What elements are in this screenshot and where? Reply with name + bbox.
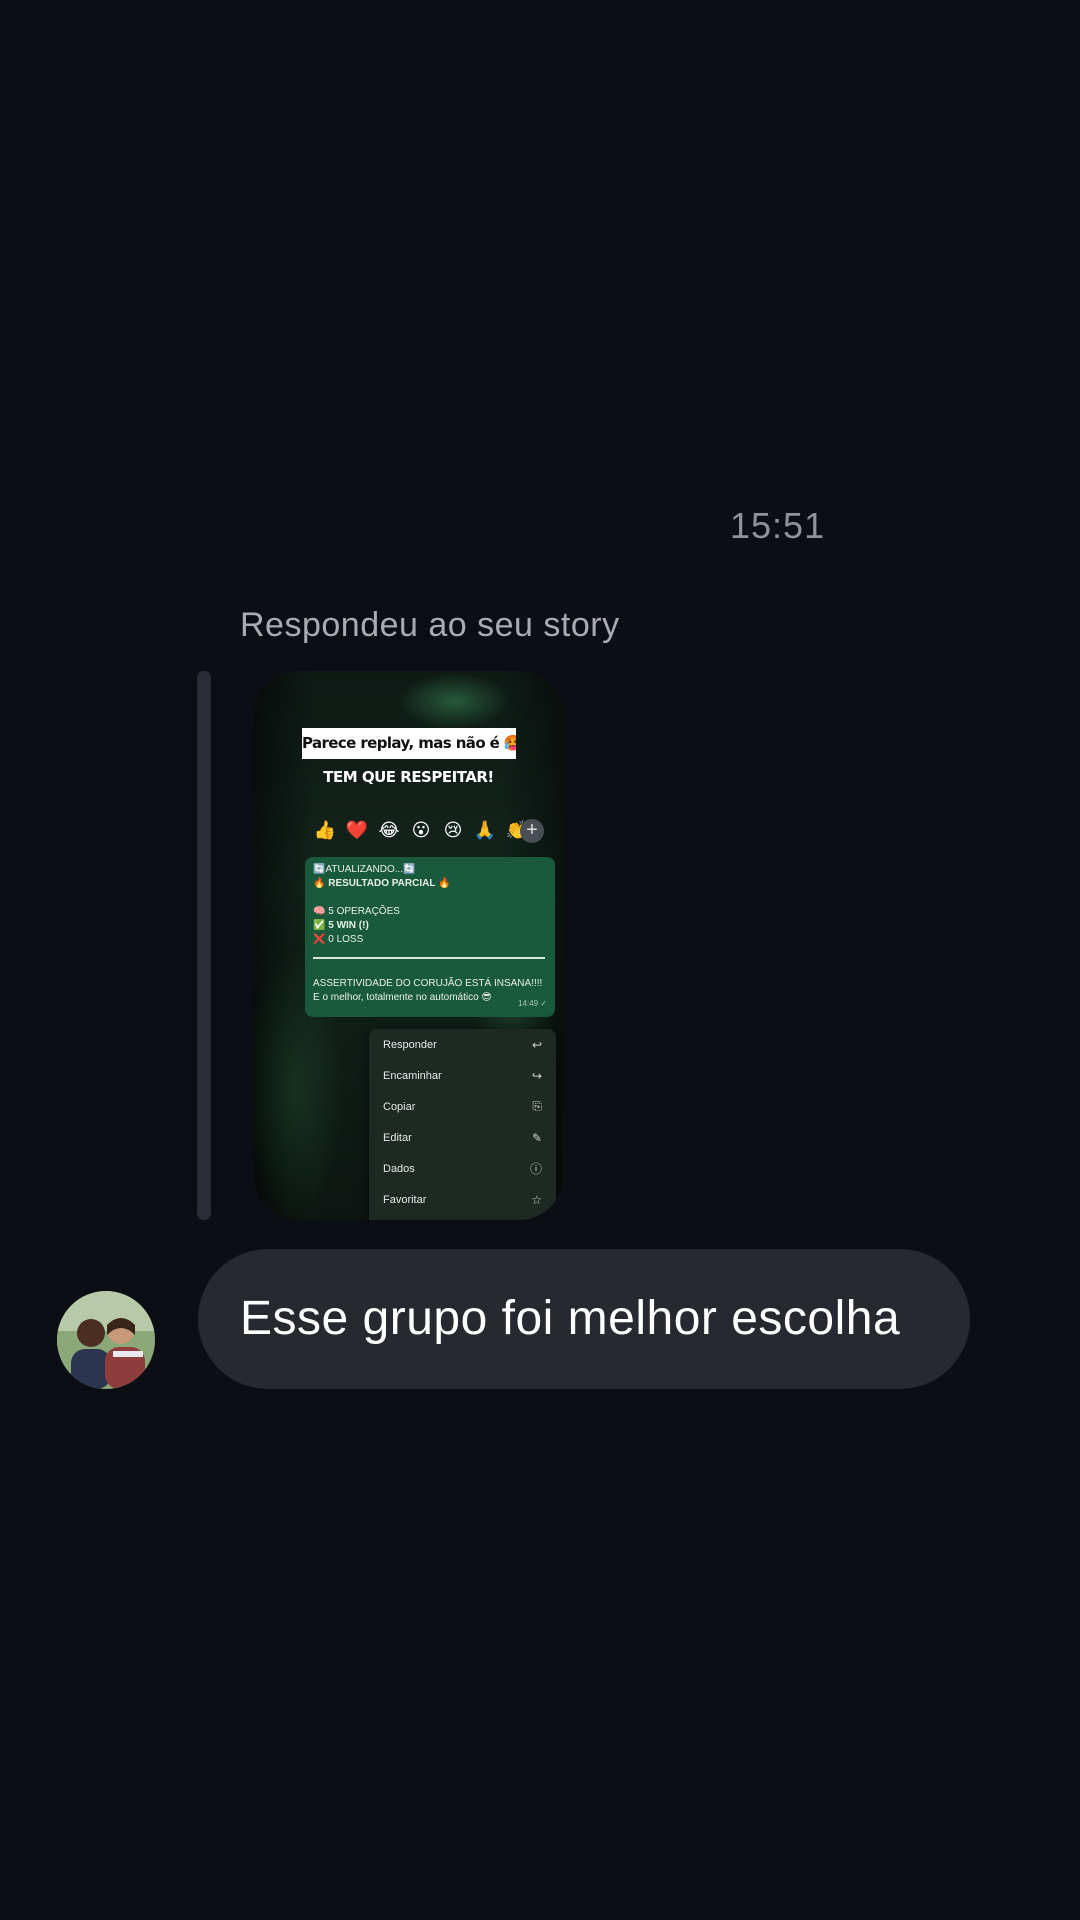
reply-icon: ↩: [531, 1037, 542, 1052]
story-menu-item: Editar ✎: [369, 1122, 556, 1153]
reaction-more-icon: +: [520, 819, 544, 843]
story-chat-message: 🔄ATUALIZANDO...🔄 🔥 RESULTADO PARCIAL 🔥 🧠…: [305, 857, 555, 1017]
story-thumbnail[interactable]: Parece replay, mas não é 🥵 TEM QUE RESPE…: [254, 671, 563, 1220]
story-message-line: 🧠 5 OPERAÇÕES: [313, 906, 400, 917]
story-menu-label: Copiar: [383, 1100, 416, 1113]
reaction-surprised-icon: 😮: [411, 819, 431, 840]
story-message-line: 🔥 RESULTADO PARCIAL 🔥: [313, 878, 451, 889]
story-headline: Parece replay, mas não é 🥵: [302, 728, 516, 759]
story-menu-label: Editar: [383, 1131, 412, 1144]
reaction-bar: 👍 ❤️ 😂 😮 😢 🙏 👏: [312, 811, 542, 849]
edit-icon: ✎: [531, 1130, 542, 1145]
reply-quote-bar: [197, 671, 211, 1220]
story-menu-item: Responder ↩: [369, 1029, 556, 1060]
avatar-photo: [57, 1291, 155, 1389]
story-reply-label: Respondeu ao seu story: [240, 606, 620, 644]
story-message-line: ✅ 5 WIN (!): [313, 920, 369, 931]
story-message-time: 14:49 ✓: [518, 999, 547, 1008]
story-menu-item: Encaminhar ↪: [369, 1060, 556, 1091]
sender-avatar[interactable]: [57, 1291, 155, 1389]
copy-icon: ⎘: [532, 1099, 542, 1113]
story-menu-label: Responder: [383, 1038, 437, 1051]
message-timestamp: 15:51: [730, 505, 826, 546]
info-icon: ⓘ: [529, 1162, 542, 1176]
story-menu-label: Encaminhar: [383, 1069, 442, 1082]
message-text: Esse grupo foi melhor escolha: [240, 1292, 901, 1345]
reaction-thumbs-up-icon: 👍: [313, 819, 337, 840]
reaction-heart-icon: ❤️: [345, 819, 369, 840]
story-menu-item: Copiar ⎘: [369, 1091, 556, 1122]
story-context-menu: Responder ↩ Encaminhar ↪ Copiar ⎘ Editar…: [369, 1029, 556, 1220]
story-menu-item: Dados ⓘ: [369, 1153, 556, 1184]
story-menu-label: Favoritar: [383, 1193, 427, 1206]
reaction-laugh-icon: 😂: [378, 819, 400, 840]
story-subheadline: TEM QUE RESPEITAR!: [323, 768, 494, 786]
story-message-divider: [313, 957, 545, 959]
story-message-line: E o melhor, totalmente no automático 😎: [313, 992, 492, 1003]
story-menu-item: Favoritar ☆: [369, 1184, 556, 1215]
forward-icon: ↪: [531, 1068, 542, 1083]
story-message-line: 🔄ATUALIZANDO...🔄: [313, 864, 416, 875]
story-message-line: ASSERTIVIDADE DO CORUJÃO ESTÁ INSANA!!!!: [313, 978, 543, 989]
reaction-sad-icon: 😢: [443, 819, 463, 840]
story-menu-label: Dados: [383, 1162, 415, 1175]
story-message-line: ❌ 0 LOSS: [313, 934, 364, 945]
reaction-pray-icon: 🙏: [473, 819, 497, 840]
message-bubble[interactable]: Esse grupo foi melhor escolha: [198, 1249, 970, 1389]
star-icon: ☆: [531, 1192, 542, 1207]
